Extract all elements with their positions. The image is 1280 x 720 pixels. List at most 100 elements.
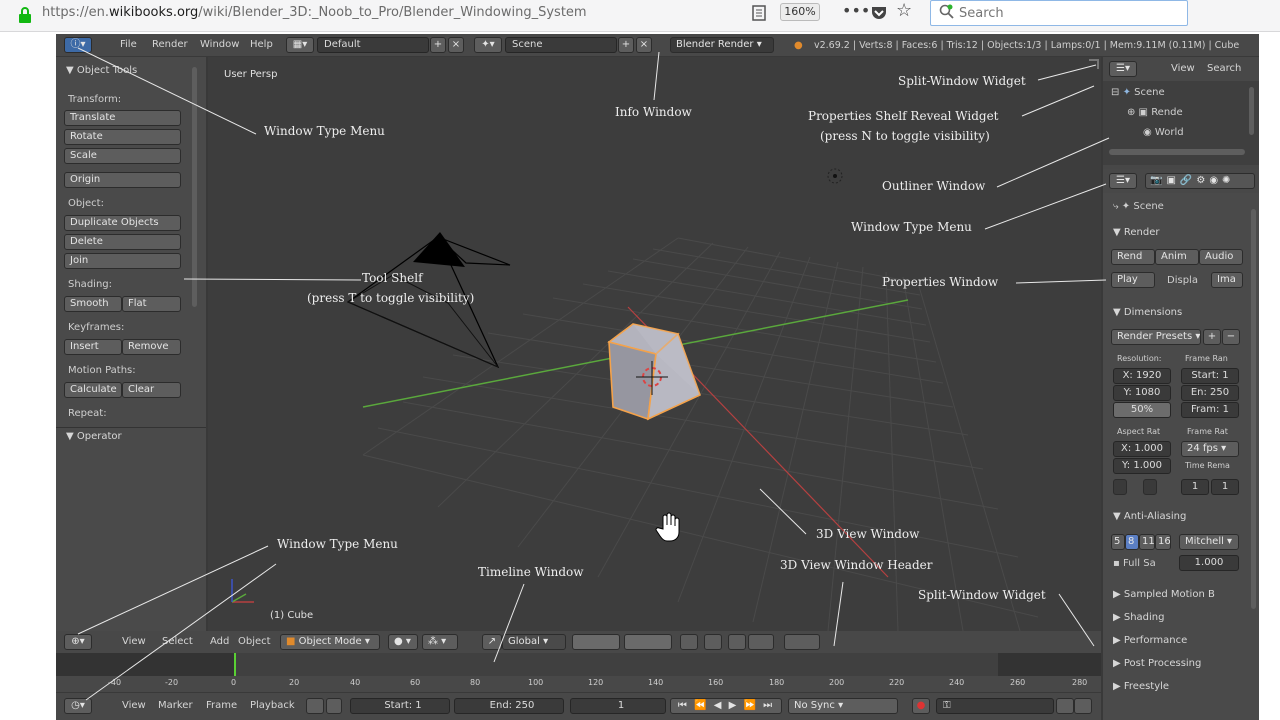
layers-group-2[interactable] <box>624 634 672 650</box>
timeline-editor-type-button[interactable]: ◷▾ <box>64 698 92 714</box>
rotate-button[interactable]: Rotate <box>64 129 181 145</box>
menu-window[interactable]: Window <box>200 39 239 50</box>
toolshelf-scrollbar[interactable] <box>192 67 197 307</box>
duplicate-objects-button[interactable]: Duplicate Objects <box>64 215 181 231</box>
end-frame-field[interactable]: End: 250 <box>454 698 564 714</box>
keying-set-field[interactable]: ⚿ <box>936 698 1054 714</box>
remove-preset-icon[interactable]: − <box>1222 329 1240 345</box>
manipulator-icon[interactable]: ↗ <box>482 634 502 650</box>
timeline-menu-frame[interactable]: Frame <box>206 700 237 711</box>
properties-scrollbar[interactable] <box>1251 209 1256 609</box>
full-sample-checkbox[interactable]: ▪ Full Sa <box>1113 558 1156 569</box>
calculate-button[interactable]: Calculate <box>64 382 122 398</box>
sync-mode-select[interactable]: No Sync ▾ <box>788 698 898 714</box>
timeline-menu-marker[interactable]: Marker <box>158 700 193 711</box>
preview-range-icon[interactable] <box>306 698 324 714</box>
smooth-button[interactable]: Smooth <box>64 296 122 312</box>
lock-camera-icon[interactable] <box>680 634 698 650</box>
object-mode-select[interactable]: ■ Object Mode ▾ <box>280 634 380 650</box>
search-input[interactable] <box>959 4 1179 22</box>
join-button[interactable]: Join <box>64 253 181 269</box>
display-mode-select[interactable]: Ima <box>1211 272 1243 288</box>
shading-mode-select[interactable]: ● ▾ <box>388 634 418 650</box>
scene-icon[interactable]: ✦▾ <box>474 37 502 53</box>
translate-button[interactable]: Translate <box>64 110 181 126</box>
play-rendered-button[interactable]: Play <box>1111 272 1155 288</box>
aa-filter-select[interactable]: Mitchell ▾ <box>1179 534 1239 550</box>
layout-field[interactable]: Default <box>317 37 429 53</box>
frame-step-field[interactable]: Fram: 1 <box>1181 402 1239 418</box>
resolution-x-field[interactable]: X: 1920 <box>1113 368 1171 384</box>
timeline-menu-playback[interactable]: Playback <box>250 700 295 711</box>
playback-controls[interactable]: ⏮ ⏪ ◀ ▶ ⏩ ⏭ <box>670 698 782 714</box>
scale-button[interactable]: Scale <box>64 148 181 164</box>
add-preset-icon[interactable]: + <box>1203 329 1221 345</box>
page-actions-icon[interactable]: ••• <box>842 1 870 20</box>
current-frame-field[interactable]: 1 <box>570 698 666 714</box>
sampled-motion-blur-panel[interactable]: ▶ Sampled Motion B <box>1113 589 1215 600</box>
pivot-select[interactable]: ⁂ ▾ <box>422 634 458 650</box>
shading-panel[interactable]: ▶ Shading <box>1113 612 1165 623</box>
search-box[interactable] <box>930 0 1188 26</box>
opengl-render-icon[interactable] <box>784 634 820 650</box>
viewport-split-corner-icon[interactable] <box>1089 59 1099 69</box>
aspect-x-field[interactable]: X: 1.000 <box>1113 441 1171 457</box>
scene-field[interactable]: Scene <box>505 37 617 53</box>
layers-group-1[interactable] <box>572 634 620 650</box>
add-scene-icon[interactable]: + <box>618 37 634 53</box>
layout-icon[interactable]: ▦▾ <box>286 37 314 53</box>
border-checkbox[interactable] <box>1113 479 1127 495</box>
outliner-vertical-scrollbar[interactable] <box>1249 87 1254 135</box>
post-processing-panel[interactable]: ▶ Post Processing <box>1113 658 1201 669</box>
view3d-menu-view[interactable]: View <box>122 636 146 647</box>
insert-keyframe-button[interactable]: Insert <box>64 339 122 355</box>
scene-tree-item[interactable]: ⊟ ✦ Scene <box>1111 87 1165 98</box>
resolution-y-field[interactable]: Y: 1080 <box>1113 385 1171 401</box>
remove-layout-icon[interactable]: × <box>448 37 464 53</box>
frame-start-field[interactable]: Start: 1 <box>1181 368 1239 384</box>
view3d-menu-object[interactable]: Object <box>238 636 271 647</box>
render-panel-title[interactable]: ▼ Render <box>1113 227 1159 238</box>
reader-view-icon[interactable] <box>750 4 768 22</box>
snap-icon[interactable] <box>728 634 746 650</box>
timeline-area[interactable] <box>56 653 1101 676</box>
render-animation-button[interactable]: Anim <box>1155 249 1199 265</box>
timeline-current-frame-marker[interactable] <box>234 653 236 676</box>
record-icon[interactable]: ● <box>912 698 930 714</box>
object-tools-title[interactable]: ▼ Object Tools <box>66 65 137 76</box>
freestyle-panel[interactable]: ▶ Freestyle <box>1113 681 1169 692</box>
outliner-editor-type-button[interactable]: ☰▾ <box>1109 61 1137 77</box>
cube-object[interactable] <box>607 323 702 421</box>
clear-button[interactable]: Clear <box>122 382 181 398</box>
world-tree-item[interactable]: ◉ World <box>1143 127 1184 138</box>
performance-panel[interactable]: ▶ Performance <box>1113 635 1187 646</box>
timeline-menu-view[interactable]: View <box>122 700 146 711</box>
view3d-menu-select[interactable]: Select <box>162 636 193 647</box>
render-still-button[interactable]: Rend <box>1111 249 1155 265</box>
origin-button[interactable]: Origin <box>64 172 181 188</box>
delete-button[interactable]: Delete <box>64 234 181 250</box>
operator-panel-title[interactable]: ▼ Operator <box>66 431 122 442</box>
remove-scene-icon[interactable]: × <box>636 37 652 53</box>
filter-size-field[interactable]: 1.000 <box>1179 555 1239 571</box>
view3d-editor-type-button[interactable]: ⊕▾ <box>64 634 92 650</box>
aa-samples-8[interactable]: 8 <box>1125 534 1139 550</box>
render-presets-select[interactable]: Render Presets ▾ <box>1111 329 1201 345</box>
remove-keyframe-button[interactable]: Remove <box>122 339 181 355</box>
menu-help[interactable]: Help <box>250 39 273 50</box>
anti-aliasing-panel-title[interactable]: ▼ Anti-Aliasing <box>1113 511 1186 522</box>
aspect-y-field[interactable]: Y: 1.000 <box>1113 458 1171 474</box>
outliner-scrollbar[interactable] <box>1109 149 1245 155</box>
editor-type-button[interactable]: ⓘ▾ <box>64 37 92 53</box>
time-lock-icon[interactable] <box>326 698 342 714</box>
flat-button[interactable]: Flat <box>122 296 181 312</box>
render-engine-select[interactable]: Blender Render ▾ <box>670 37 774 53</box>
pocket-icon[interactable] <box>870 4 888 22</box>
time-remap-new-field[interactable]: 1 <box>1211 479 1239 495</box>
add-layout-icon[interactable]: + <box>430 37 446 53</box>
resolution-percent-field[interactable]: 50% <box>1113 402 1171 418</box>
start-frame-field[interactable]: Start: 1 <box>350 698 450 714</box>
menu-render[interactable]: Render <box>152 39 188 50</box>
insert-keyframe-icon[interactable] <box>1056 698 1074 714</box>
properties-context-tabs[interactable]: 📷▣🔗⚙◉✺ <box>1145 173 1255 189</box>
